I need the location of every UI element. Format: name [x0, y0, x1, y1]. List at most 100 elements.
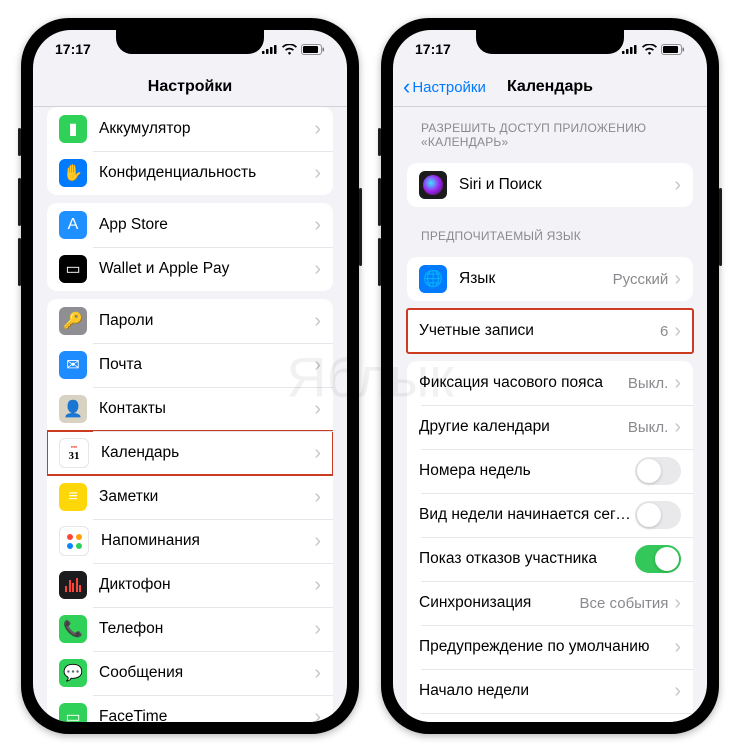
row-label: Вид недели начинается сегодня: [419, 506, 635, 524]
wifi-icon: [282, 44, 297, 55]
phone-left: 17:17 Настройки ▮ Аккумулятор › ✋ Конфиденци…: [21, 18, 359, 734]
row-contacts[interactable]: 👤Контакты›: [47, 387, 333, 431]
row-messages[interactable]: 💬Сообщения›: [47, 651, 333, 695]
row-week-start-today[interactable]: Вид недели начинается сегодня: [407, 493, 693, 537]
row-label: Диктофон: [99, 576, 314, 594]
row-label: Номера недель: [419, 462, 635, 480]
row-label: Аккумулятор: [99, 120, 314, 138]
nav-back-label: Настройки: [412, 79, 486, 96]
row-label: Заметки: [99, 488, 314, 506]
mail-icon: ✉: [59, 351, 87, 379]
row-accounts[interactable]: Учетные записи6›: [407, 309, 693, 353]
messages-icon: 💬: [59, 659, 87, 687]
notes-icon: ≡: [59, 483, 87, 511]
row-reminders[interactable]: Напоминания›: [47, 519, 333, 563]
row-battery[interactable]: ▮Аккумулятор›: [47, 107, 333, 151]
row-notes[interactable]: ≡Заметки›: [47, 475, 333, 519]
privacy-icon: ✋: [59, 159, 87, 187]
week-start-today-toggle[interactable]: [635, 501, 681, 529]
row-appstore[interactable]: AApp Store›: [47, 203, 333, 247]
row-label: Siri и Поиск: [459, 176, 674, 194]
signal-icon: [262, 44, 278, 54]
phone-right: 17:17 ‹ Настройки Календарь РАЗРЕШИТЬ ДО…: [381, 18, 719, 734]
row-voicememos[interactable]: Диктофон›: [47, 563, 333, 607]
siri-icon: [419, 171, 447, 199]
language-icon: 🌐: [419, 265, 447, 293]
settings-group: AApp Store›▭Wallet и Apple Pay›: [47, 203, 333, 291]
row-label: FaceTime: [99, 708, 314, 722]
nav-title: Настройки: [148, 78, 232, 96]
row-label: Телефон: [99, 620, 314, 638]
chevron-right-icon: ›: [674, 417, 681, 437]
row-facetime[interactable]: ▭FaceTime›: [47, 695, 333, 722]
chevron-right-icon: ›: [674, 175, 681, 195]
row-phone[interactable]: 📞 Телефон›: [47, 607, 333, 651]
calendar-settings-list[interactable]: РАЗРЕШИТЬ ДОСТУП ПРИЛОЖЕНИЮ «КАЛЕНДАРЬ» S…: [393, 107, 707, 722]
row-label: Предупреждение по умолчанию: [419, 638, 674, 656]
row-label: Синхронизация: [419, 594, 580, 612]
row-label: Начало недели: [419, 682, 674, 700]
row-sync[interactable]: СинхронизацияВсе события›: [407, 581, 693, 625]
row-value: Русский: [613, 271, 669, 288]
status-time: 17:17: [55, 41, 91, 57]
row-mail[interactable]: ✉ Почта›: [47, 343, 333, 387]
battery-icon: ▮: [59, 115, 87, 143]
row-label: Фиксация часового пояса: [419, 374, 628, 392]
battery-icon: [301, 44, 325, 55]
phone-icon: 📞: [59, 615, 87, 643]
chevron-right-icon: ›: [674, 593, 681, 613]
chevron-right-icon: ›: [674, 269, 681, 289]
notch: [116, 30, 264, 54]
settings-group: ▮ Аккумулятор ›✋ Конфиденциальность›: [47, 107, 333, 195]
chevron-right-icon: ›: [314, 163, 321, 183]
settings-group: Фиксация часового поясаВыкл.›Другие кале…: [407, 361, 693, 722]
settings-group: Учетные записи6›: [407, 309, 693, 353]
wifi-icon: [642, 44, 657, 55]
row-other-cal[interactable]: Другие календариВыкл.›: [407, 405, 693, 449]
row-label: Конфиденциальность: [99, 164, 314, 182]
row-language[interactable]: 🌐 ЯзыкРусский ›: [407, 257, 693, 301]
week-num-toggle[interactable]: [635, 457, 681, 485]
chevron-right-icon: ›: [314, 355, 321, 375]
chevron-right-icon: ›: [314, 215, 321, 235]
settings-group: Siri и Поиск›: [407, 163, 693, 207]
row-label: Язык: [459, 270, 613, 288]
row-label: Сообщения: [99, 664, 314, 682]
status-indicators: [622, 44, 685, 55]
settings-list[interactable]: ▮Аккумулятор›✋Конфиденциальность›AApp St…: [33, 107, 347, 722]
row-privacy[interactable]: ✋ Конфиденциальность›: [47, 151, 333, 195]
row-wallet[interactable]: ▭ Wallet и Apple Pay›: [47, 247, 333, 291]
row-label: Wallet и Apple Pay: [99, 260, 314, 278]
settings-group: 🌐 ЯзыкРусский ›: [407, 257, 693, 301]
row-week-num[interactable]: Номера недель: [407, 449, 693, 493]
signal-icon: [622, 44, 638, 54]
chevron-right-icon: ›: [314, 259, 321, 279]
declines-toggle[interactable]: [635, 545, 681, 573]
contacts-icon: 👤: [59, 395, 87, 423]
row-value: 6: [660, 323, 668, 340]
facetime-icon: ▭: [59, 703, 87, 722]
reminders-icon: [59, 526, 89, 556]
row-calendar[interactable]: •••31Календарь›: [47, 431, 333, 475]
row-week-start[interactable]: Начало недели›: [407, 669, 693, 713]
nav-back-button[interactable]: ‹ Настройки: [403, 76, 486, 98]
row-value: Выкл.: [628, 419, 668, 436]
row-passwords[interactable]: 🔑Пароли›: [47, 299, 333, 343]
row-declines[interactable]: Показ отказов участника: [407, 537, 693, 581]
wallet-icon: ▭: [59, 255, 87, 283]
row-label: Почта: [99, 356, 314, 374]
chevron-right-icon: ›: [674, 321, 681, 341]
row-label: Пароли: [99, 312, 314, 330]
row-siri[interactable]: Siri и Поиск›: [407, 163, 693, 207]
section-header: РАЗРЕШИТЬ ДОСТУП ПРИЛОЖЕНИЮ «КАЛЕНДАРЬ»: [393, 107, 707, 155]
chevron-right-icon: ›: [314, 443, 321, 463]
notch: [476, 30, 624, 54]
chevron-right-icon: ›: [314, 531, 321, 551]
nav-bar: ‹ Настройки Календарь: [393, 68, 707, 107]
row-tzfix[interactable]: Фиксация часового поясаВыкл.›: [407, 361, 693, 405]
chevron-right-icon: ›: [314, 619, 321, 639]
row-default-alert[interactable]: Предупреждение по умолчанию›: [407, 625, 693, 669]
row-value: Выкл.: [628, 375, 668, 392]
row-default-cal[interactable]: По умолчаниюСемья›: [407, 713, 693, 722]
settings-group: 🔑Пароли›✉Почта›👤Контакты›•••31Календарь›…: [47, 299, 333, 722]
